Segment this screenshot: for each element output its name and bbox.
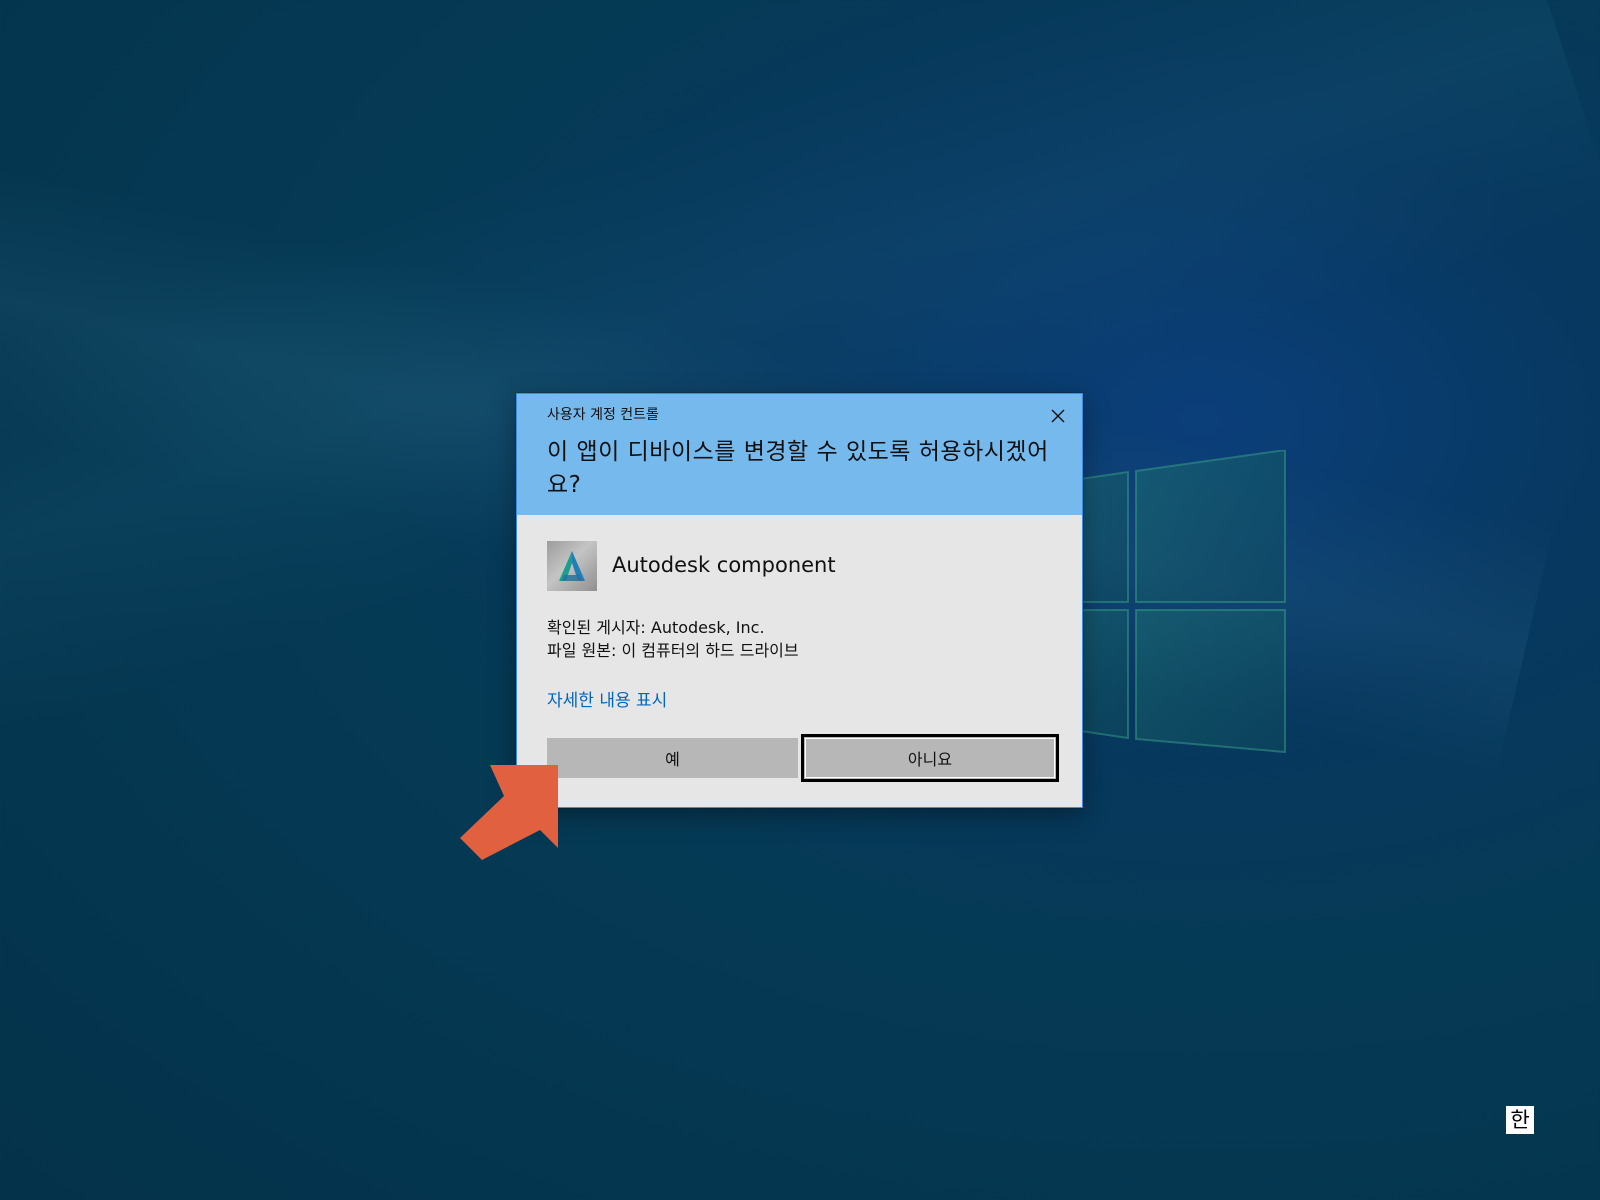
pointer-arrow-icon <box>460 760 560 860</box>
publisher-info: 확인된 게시자: Autodesk, Inc. 파일 원본: 이 컴퓨터의 하드… <box>547 616 799 662</box>
publisher-line: 확인된 게시자: Autodesk, Inc. <box>547 618 765 637</box>
close-button[interactable] <box>1046 404 1070 428</box>
dialog-question: 이 앱이 디바이스를 변경할 수 있도록 허용하시겠어요? <box>547 439 1049 498</box>
origin-line: 파일 원본: 이 컴퓨터의 하드 드라이브 <box>547 641 799 660</box>
windows-logo-icon <box>1060 450 1290 755</box>
uac-dialog: 사용자 계정 컨트롤 이 앱이 디바이스를 변경할 수 있도록 허용하시겠어요?… <box>516 393 1083 808</box>
app-name: Autodesk component <box>612 553 836 577</box>
no-button[interactable]: 아니요 <box>801 734 1059 782</box>
yes-button[interactable]: 예 <box>547 738 798 778</box>
ime-indicator[interactable]: 한 <box>1506 1106 1534 1134</box>
autodesk-logo-icon <box>547 541 597 591</box>
dialog-caption: 사용자 계정 컨트롤 <box>547 407 659 423</box>
show-details-link[interactable]: 자세한 내용 표시 <box>547 686 667 711</box>
dialog-header: 사용자 계정 컨트롤 이 앱이 디바이스를 변경할 수 있도록 허용하시겠어요? <box>517 394 1082 515</box>
close-icon <box>1051 409 1065 423</box>
